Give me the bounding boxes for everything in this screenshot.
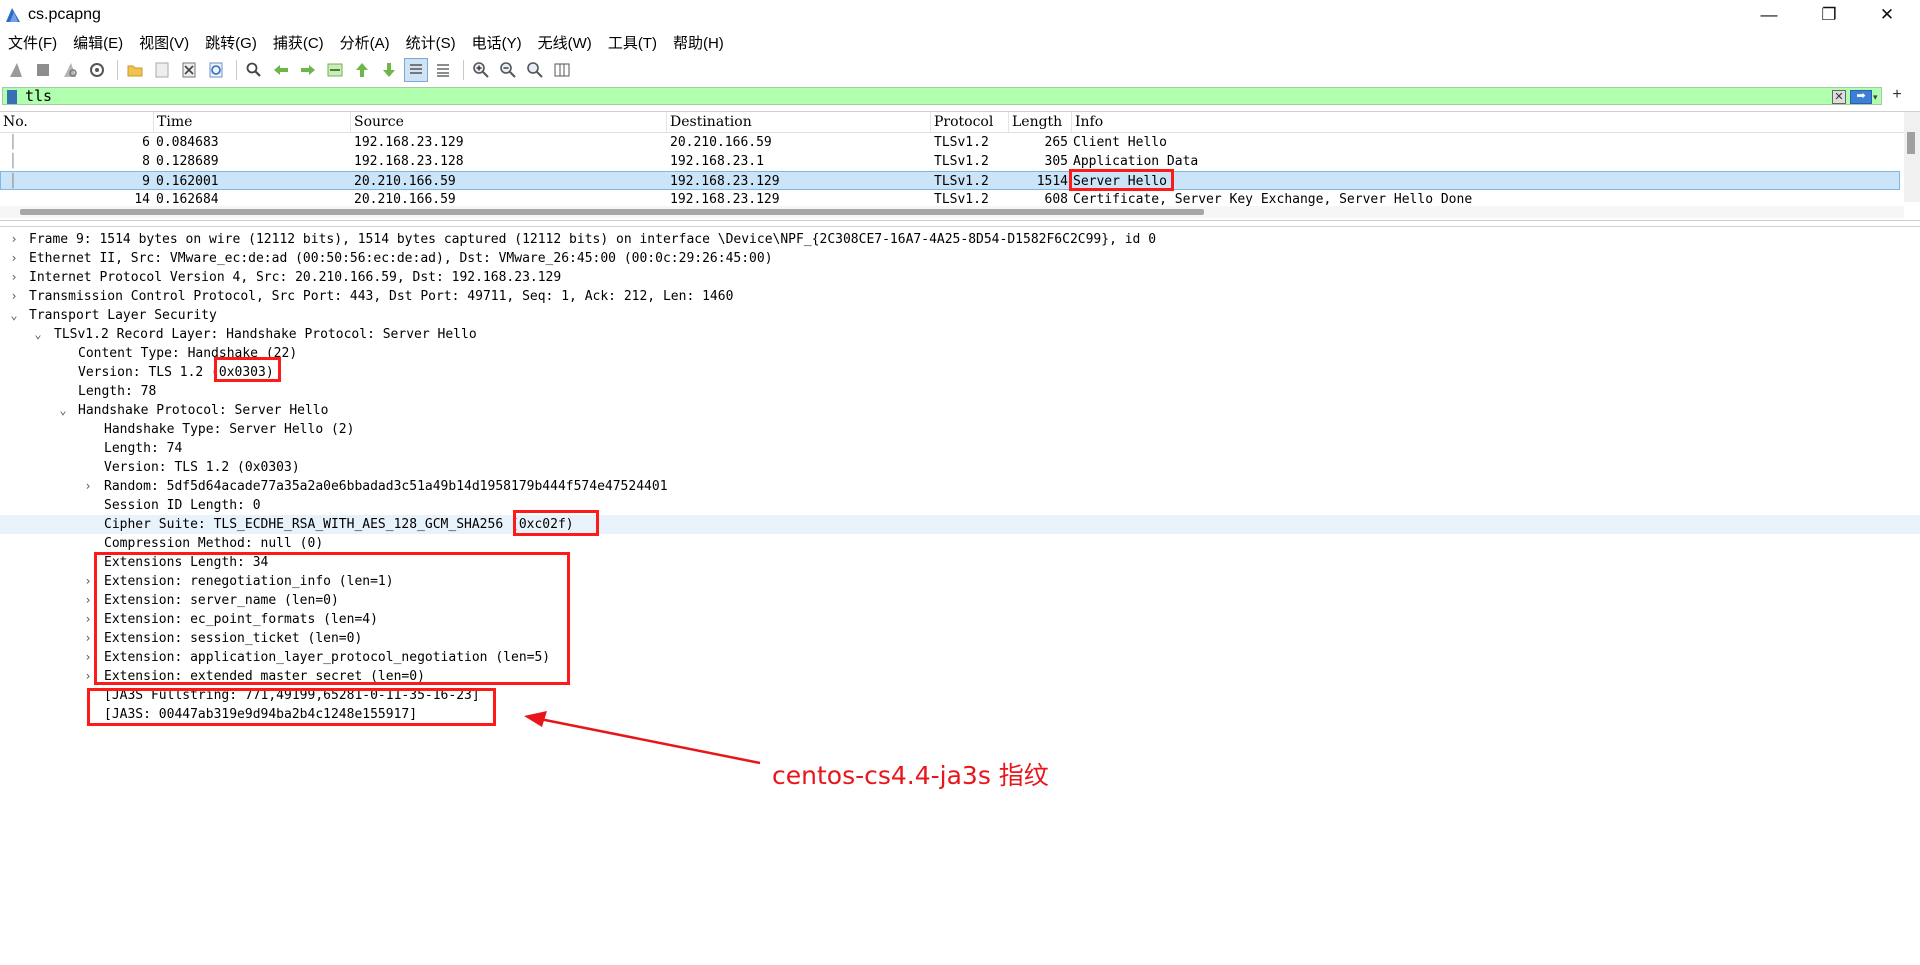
annotation-label: centos-cs4.4-ja3s 指纹 [772, 761, 1049, 790]
annotation-arrow-icon [524, 711, 761, 765]
